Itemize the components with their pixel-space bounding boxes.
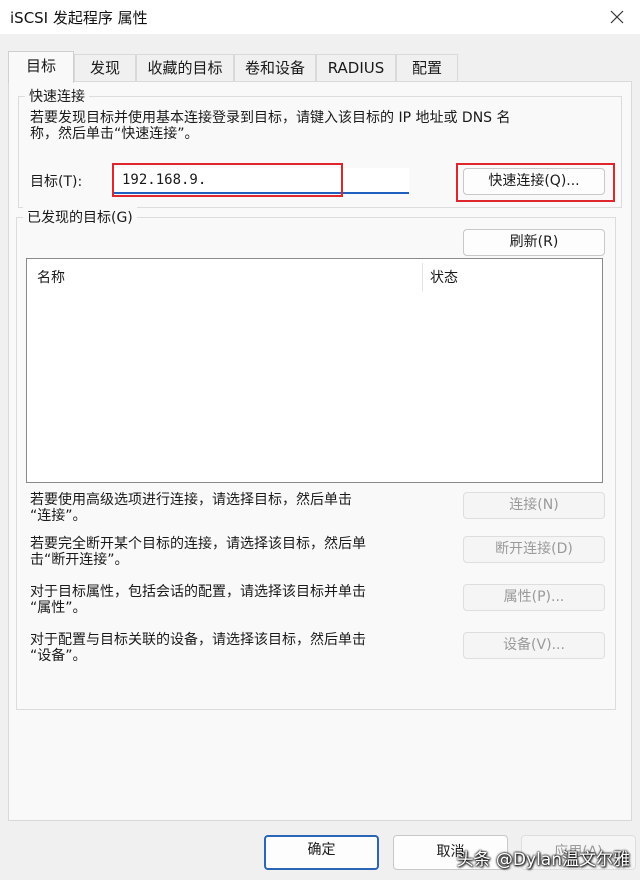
properties-description-line2: “属性”。 [30,600,87,616]
tab-discovery[interactable]: 发现 [74,54,136,81]
quick-connect-legend: 快速连接 [25,86,89,106]
tab-configuration[interactable]: 配置 [396,54,458,81]
title-bar: iSCSI 发起程序 属性 [0,0,640,34]
tab-targets[interactable]: 目标 [8,51,74,83]
tab-volumes-devices[interactable]: 卷和设备 [234,54,316,81]
iscsi-properties-dialog: iSCSI 发起程序 属性 目标 发现 收藏的目标 卷和设备 RADIUS 配置… [0,0,640,880]
tab-favorite-targets[interactable]: 收藏的目标 [136,54,234,81]
properties-description-line1: 对于目标属性，包括会话的配置，请选择该目标并单击 [30,584,366,600]
column-header-name[interactable]: 名称 [37,267,65,287]
disconnect-button[interactable]: 断开连接(D) [463,536,605,563]
discovered-targets-legend: 已发现的目标(G) [23,207,137,227]
devices-description-line2: “设备”。 [30,648,87,664]
watermark-text: 头条 @Dylan温文尔雅 [456,850,630,870]
close-icon [610,10,624,24]
refresh-button[interactable]: 刷新(R) [463,229,605,256]
properties-button[interactable]: 属性(P)... [463,584,605,611]
tab-radius[interactable]: RADIUS [316,54,396,81]
connect-description-line2: “连接”。 [30,508,87,524]
column-divider[interactable] [422,263,423,291]
disconnect-description-line1: 若要完全断开某个目标的连接，请选择该目标，然后单 [30,536,366,552]
tab-strip: 目标 发现 收藏的目标 卷和设备 RADIUS 配置 [8,51,458,83]
quick-connect-description-line1: 若要发现目标并使用基本连接登录到目标，请键入该目标的 IP 地址或 DNS 名 [30,110,511,126]
target-input[interactable]: 192.168.9. [112,168,409,194]
disconnect-description-line2: 击“断开连接”。 [30,552,129,568]
window-title: iSCSI 发起程序 属性 [10,9,148,27]
devices-description-line1: 对于配置与目标关联的设备，请选择该目标，然后单击 [30,632,366,648]
close-button[interactable] [594,0,640,34]
devices-button[interactable]: 设备(V)... [463,632,605,659]
discovered-targets-list[interactable]: 名称 状态 [26,258,603,483]
quick-connect-description-line2: 称，然后单击“快速连接”。 [30,126,199,142]
ok-button[interactable]: 确定 [264,835,379,870]
quick-connect-button[interactable]: 快速连接(Q)... [463,168,605,195]
connect-button[interactable]: 连接(N) [463,492,605,519]
column-header-status[interactable]: 状态 [430,267,458,287]
list-header: 名称 状态 [27,259,602,295]
connect-description-line1: 若要使用高级选项进行连接，请选择目标，然后单击 [30,492,352,508]
target-label: 目标(T): [30,174,83,190]
